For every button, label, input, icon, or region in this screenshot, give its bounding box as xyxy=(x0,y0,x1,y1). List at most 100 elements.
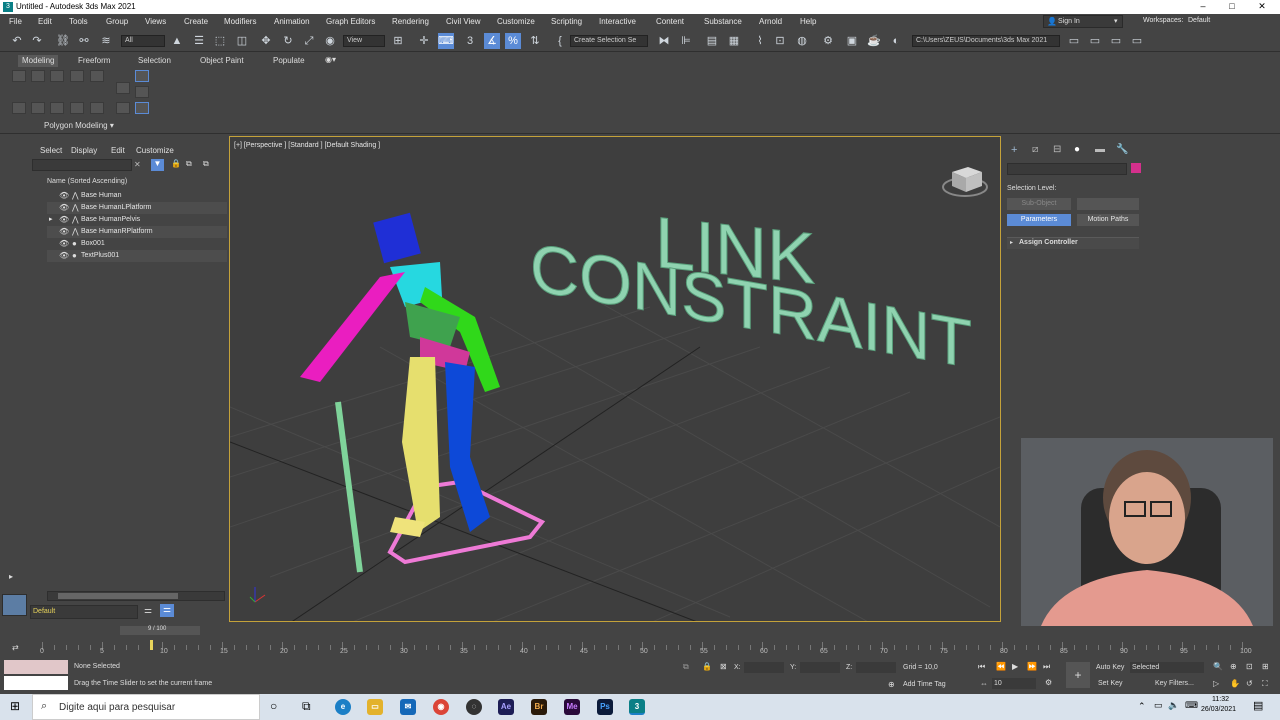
ribbon-button-12[interactable] xyxy=(116,102,130,114)
explorer-horizontal-scrollbar[interactable] xyxy=(47,591,225,601)
sync-icon[interactable]: ⧉ xyxy=(186,159,192,169)
menu-scripting[interactable]: Scripting xyxy=(551,17,582,26)
project-open-icon[interactable]: ▭ xyxy=(1087,33,1103,49)
explorer-search-input[interactable] xyxy=(32,159,132,171)
hierarchy-tab-icon[interactable]: ⊟ xyxy=(1053,144,1061,155)
menu-edit[interactable]: Edit xyxy=(38,17,52,26)
rect-selection-icon[interactable]: ⬚ xyxy=(212,33,228,49)
viewcube[interactable] xyxy=(942,167,988,197)
zoom-extents-all-icon[interactable]: ⊞ xyxy=(1262,662,1269,671)
menu-help[interactable]: Help xyxy=(800,17,816,26)
tray-chevron-icon[interactable]: ⌃ xyxy=(1138,701,1146,712)
parameters-button[interactable]: Parameters xyxy=(1007,214,1071,226)
motion-tab-icon[interactable]: ● xyxy=(1074,144,1080,155)
explorer-mode-icon[interactable] xyxy=(2,594,27,616)
auto-key-button[interactable]: Auto Key xyxy=(1096,664,1124,671)
photoshop-icon[interactable]: Ps xyxy=(597,699,613,715)
explorer-menu-display[interactable]: Display xyxy=(71,146,97,155)
ribbon-panel-label[interactable]: Polygon Modeling ▾ xyxy=(44,121,114,130)
menu-graph-editors[interactable]: Graph Editors xyxy=(326,17,375,26)
tab-freeform[interactable]: Freeform xyxy=(74,55,114,67)
material-editor-icon[interactable]: ◍ xyxy=(794,33,810,49)
toggle-ribbon-icon[interactable]: ▦ xyxy=(726,33,742,49)
media-encoder-icon[interactable]: Me xyxy=(564,699,580,715)
key-filters-button[interactable]: Key Filters... xyxy=(1155,680,1194,687)
object-name-field[interactable] xyxy=(1007,163,1127,175)
tab-object-paint[interactable]: Object Paint xyxy=(196,55,248,67)
undo-icon[interactable]: ↶ xyxy=(9,33,25,49)
column-header-name[interactable]: Name (Sorted Ascending) xyxy=(47,178,127,185)
clock-date[interactable]: 26/03/2021 xyxy=(1201,706,1236,713)
volume-icon[interactable]: 🔈 xyxy=(1168,700,1179,711)
windows-start-icon[interactable]: ⊞ xyxy=(10,699,20,713)
list-item[interactable]: 👁 ● Box001 xyxy=(47,238,227,250)
keyboard-shortcut-icon[interactable]: ⌨ xyxy=(438,33,454,49)
maxscript-listener-white[interactable] xyxy=(4,676,68,690)
spinner-snap-icon[interactable]: ⇅ xyxy=(527,33,543,49)
expand-arrow-icon[interactable]: ▸ xyxy=(49,214,53,226)
layer-dropdown[interactable]: Default xyxy=(30,605,138,619)
list-item[interactable]: 👁 ● TextPlus001 xyxy=(47,250,227,262)
sub-object-dropdown[interactable] xyxy=(1077,198,1139,210)
pan-icon[interactable]: ✋ xyxy=(1230,679,1240,688)
project-path[interactable]: C:\Users\ZEUS\Documents\3ds Max 2021 xyxy=(912,35,1060,47)
layer-toggle-icon[interactable]: ⚌ xyxy=(144,605,152,616)
file-explorer-icon[interactable]: ▭ xyxy=(367,699,383,715)
menu-customize[interactable]: Customize xyxy=(497,17,535,26)
time-configuration-icon[interactable]: ⚙ xyxy=(1045,678,1052,687)
explorer-menu-select[interactable]: Select xyxy=(40,146,62,155)
selection-filter-dropdown[interactable]: All xyxy=(121,35,165,47)
menu-modifiers[interactable]: Modifiers xyxy=(224,17,256,26)
visibility-eye-icon[interactable]: 👁 xyxy=(59,250,69,262)
isolate-icon[interactable]: ⧉ xyxy=(683,662,689,672)
list-item[interactable]: 👁 ⋀ Base HumanLPlatform xyxy=(47,202,227,214)
time-tag-icon[interactable]: ⊕ xyxy=(888,680,895,689)
biped-character[interactable] xyxy=(300,212,500,537)
menu-interactive[interactable]: Interactive xyxy=(599,17,636,26)
curve-editor-icon[interactable]: ⌇ xyxy=(752,33,768,49)
expand-panel-icon[interactable]: ▸ xyxy=(9,572,13,581)
named-selection-dropdown[interactable]: Create Selection Se xyxy=(570,35,648,47)
after-effects-icon[interactable]: Ae xyxy=(498,699,514,715)
mail-icon[interactable]: ✉ xyxy=(400,699,416,715)
bind-spacewarp-icon[interactable]: ≋ xyxy=(98,33,114,49)
x-coord-field[interactable] xyxy=(744,662,784,673)
layer-explorer-icon[interactable]: ▤ xyxy=(704,33,720,49)
ribbon-button-1[interactable] xyxy=(12,70,26,82)
placement-icon[interactable]: ◉ xyxy=(322,33,338,49)
scale-icon[interactable]: ⤢ xyxy=(301,33,317,49)
menu-views[interactable]: Views xyxy=(145,17,166,26)
ribbon-button-6[interactable] xyxy=(12,102,26,114)
menu-substance[interactable]: Substance xyxy=(704,17,742,26)
3ds-max-taskbar-icon[interactable]: 3 xyxy=(629,699,645,715)
notifications-icon[interactable]: ▤ xyxy=(1253,699,1263,712)
window-crossing-icon[interactable]: ◫ xyxy=(234,33,250,49)
edit-named-sel-icon[interactable]: { xyxy=(552,33,568,49)
move-icon[interactable]: ✥ xyxy=(258,33,274,49)
add-time-tag[interactable]: Add Time Tag xyxy=(903,681,946,688)
menu-arnold[interactable]: Arnold xyxy=(759,17,782,26)
project-settings-icon[interactable]: ▭ xyxy=(1129,33,1145,49)
align-icon[interactable]: ⊫ xyxy=(678,33,694,49)
set-key-button[interactable]: Set Key xyxy=(1098,680,1123,687)
task-view-icon[interactable]: ⧉ xyxy=(302,699,311,714)
minimize-button[interactable]: – xyxy=(1193,1,1213,13)
select-by-name-icon[interactable]: ☰ xyxy=(191,33,207,49)
project-new-icon[interactable]: ▭ xyxy=(1108,33,1124,49)
ribbon-button-11[interactable] xyxy=(116,82,130,94)
cortana-icon[interactable]: ○ xyxy=(270,699,277,713)
ribbon-button-7[interactable] xyxy=(31,102,45,114)
menu-rendering[interactable]: Rendering xyxy=(392,17,429,26)
menu-content[interactable]: Content xyxy=(656,17,684,26)
list-item[interactable]: 👁 ⋀ Base HumanRPlatform xyxy=(47,226,227,238)
timeline-track[interactable]: 0 5 10 15 20 25 30 35 40 45 50 55 60 65 70 75 80 85 90 95 10… xyxy=(40,636,1252,658)
explorer-menu-edit[interactable]: Edit xyxy=(111,146,125,155)
ribbon-button-14[interactable] xyxy=(135,86,149,98)
previous-frame-icon[interactable]: ⏪ xyxy=(996,662,1006,671)
ribbon-button-3[interactable] xyxy=(50,70,64,82)
current-frame-marker[interactable] xyxy=(150,640,153,650)
clear-search-icon[interactable]: ✕ xyxy=(134,160,141,169)
zoom-extents-icon[interactable]: ⊡ xyxy=(1246,662,1253,671)
clock-time[interactable]: 11:32 xyxy=(1212,696,1229,703)
maximize-viewport-icon[interactable]: ⛶ xyxy=(1262,679,1268,689)
